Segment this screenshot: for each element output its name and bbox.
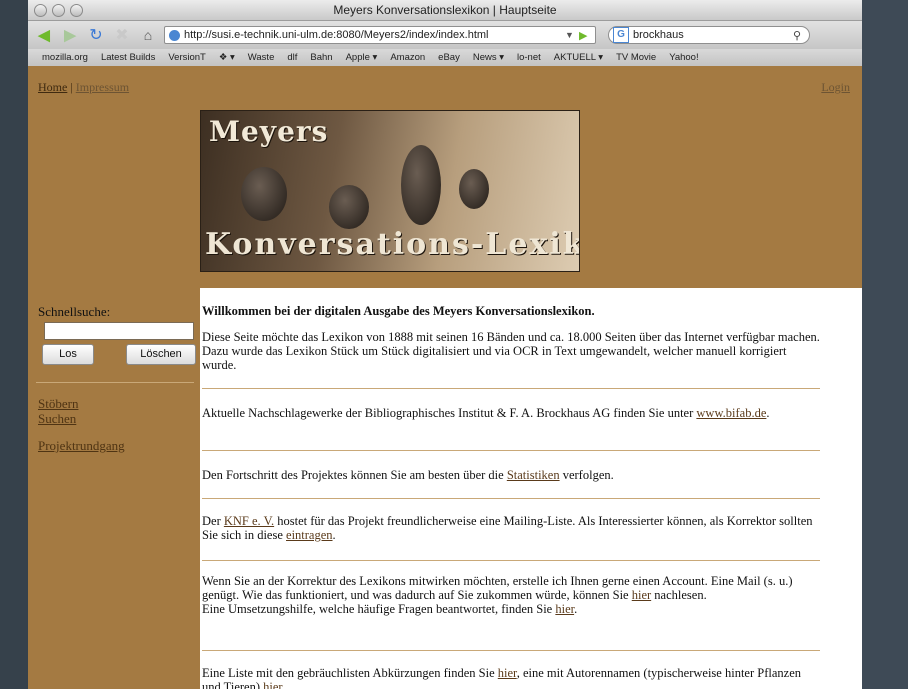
zoom-window-button[interactable] — [70, 4, 83, 17]
search-field[interactable]: G brockhaus ⚲ — [608, 26, 810, 44]
close-window-button[interactable] — [34, 4, 47, 17]
bookmark-item[interactable]: Latest Builds — [101, 52, 155, 63]
minimize-window-button[interactable] — [52, 4, 65, 17]
knf-link[interactable]: KNF e. V. — [224, 514, 274, 528]
brockhaus-paragraph: Aktuelle Nachschlagewerke der Bibliograp… — [202, 406, 820, 420]
beetle-illustration — [401, 145, 441, 225]
browser-window: Meyers Konversationslexikon | Hauptseite… — [28, 0, 862, 689]
hilfe-hier-link[interactable]: hier — [555, 602, 574, 616]
korrektur-paragraph: Wenn Sie an der Korrektur des Lexikons m… — [202, 574, 820, 616]
stats-paragraph: Den Fortschritt des Projektes können Sie… — [202, 468, 820, 482]
site-globe-icon — [169, 29, 180, 41]
hilfe-text: Eine Umsetzungshilfe, welche häufige Fra… — [202, 602, 553, 616]
bookmark-item[interactable]: AKTUELL ▾ — [554, 52, 603, 63]
bookmark-item[interactable]: VersionT — [168, 52, 206, 63]
knf-paragraph: Der KNF e. V. hostet für das Projekt fre… — [202, 514, 820, 542]
sidebar-divider — [36, 382, 194, 383]
knf-end: . — [332, 528, 336, 542]
banner-title-lexikon: Konversations-Lexikon — [205, 227, 579, 262]
forward-arrow-icon[interactable]: ▶ — [60, 25, 80, 45]
bookmark-item[interactable]: eBay — [438, 52, 460, 63]
window-controls — [34, 4, 83, 17]
section-divider — [202, 388, 820, 389]
section-divider — [202, 498, 820, 499]
eintragen-link[interactable]: eintragen — [286, 528, 333, 542]
section-divider — [202, 560, 820, 561]
intro-paragraph: Diese Seite möchte das Lexikon von 1888 … — [202, 330, 820, 372]
bookmark-item[interactable]: News ▾ — [473, 52, 504, 63]
bookmark-item[interactable]: Yahoo! — [669, 52, 698, 63]
bookmark-item[interactable]: Bahn — [310, 52, 332, 63]
title-bar: Meyers Konversationslexikon | Hauptseite — [28, 0, 862, 21]
brockhaus-text: Aktuelle Nachschlagewerke der Bibliograp… — [202, 406, 694, 420]
web-page: Home | Impressum Login Meyers Konversati… — [28, 66, 862, 689]
welcome-heading: Willkommen bei der digitalen Ausgabe des… — [202, 304, 595, 318]
login-link[interactable]: Login — [821, 80, 850, 95]
beetle-illustration — [459, 169, 489, 209]
bookmark-item[interactable]: Waste — [248, 52, 275, 63]
beetle-illustration — [329, 185, 369, 229]
section-divider — [202, 650, 820, 651]
search-magnifier-icon[interactable]: ⚲ — [793, 29, 809, 42]
search-field-value[interactable]: brockhaus — [633, 29, 793, 41]
meyers-banner-image: Meyers Konversations-Lexikon — [200, 110, 580, 272]
abk-text: Eine Liste mit den gebräuchlisten Abkürz… — [202, 666, 495, 680]
content-frame: Willkommen bei der digitalen Ausgabe des… — [198, 288, 822, 689]
abk-end: . — [281, 680, 285, 689]
statistiken-link[interactable]: Statistiken — [507, 468, 560, 482]
abkuerzungen-hier-link[interactable]: hier — [498, 666, 517, 680]
sidebar: Schnellsuche: Los Löschen Stöbern Suchen… — [28, 288, 198, 689]
los-button[interactable]: Los — [42, 344, 94, 365]
reload-icon[interactable]: ↻ — [86, 25, 106, 45]
bifab-link[interactable]: www.bifab.de — [696, 406, 766, 420]
home-link[interactable]: Home — [38, 80, 67, 94]
abkuerzungen-paragraph: Eine Liste mit den gebräuchlisten Abkürz… — [202, 666, 820, 689]
bookmark-item[interactable]: Apple ▾ — [346, 52, 378, 63]
google-engine-icon[interactable]: G — [613, 27, 629, 43]
brockhaus-end: . — [766, 406, 770, 420]
banner-title-meyers: Meyers — [209, 115, 329, 148]
go-arrow-icon[interactable]: ▶ — [579, 29, 595, 42]
section-divider — [202, 450, 820, 451]
home-icon[interactable]: ⌂ — [138, 25, 158, 45]
bookmark-item[interactable]: ❖ ▾ — [219, 52, 235, 63]
beetle-illustration — [241, 167, 287, 221]
knf-pre: Der — [202, 514, 221, 528]
quick-search-input[interactable] — [44, 322, 194, 340]
bookmark-item[interactable]: TV Movie — [616, 52, 656, 63]
url-bar[interactable]: http://susi.e-technik.uni-ulm.de:8080/Me… — [164, 26, 596, 44]
top-nav: Home | Impressum — [38, 80, 129, 95]
page-header: Home | Impressum Login Meyers Konversati… — [28, 66, 862, 288]
stats-text: Den Fortschritt des Projektes können Sie… — [202, 468, 504, 482]
sidebar-item-suchen[interactable]: Suchen — [38, 411, 76, 427]
right-margin — [822, 288, 862, 689]
url-text[interactable]: http://susi.e-technik.uni-ulm.de:8080/Me… — [184, 29, 565, 41]
desktop-backdrop-right — [862, 0, 908, 689]
bookmark-item[interactable]: lo-net — [517, 52, 541, 63]
quick-search-label: Schnellsuche: — [38, 304, 111, 319]
back-arrow-icon[interactable]: ◀ — [34, 25, 54, 45]
hilfe-end: . — [574, 602, 578, 616]
desktop-backdrop-left — [0, 0, 28, 689]
impressum-link[interactable]: Impressum — [76, 80, 129, 94]
sidebar-item-stoebern[interactable]: Stöbern — [38, 396, 78, 412]
navigation-toolbar: ◀ ▶ ↻ ✖ ⌂ http://susi.e-technik.uni-ulm.… — [28, 21, 862, 49]
loeschen-button[interactable]: Löschen — [126, 344, 196, 365]
bookmark-item[interactable]: mozilla.org — [42, 52, 88, 63]
korrektur-hier-link[interactable]: hier — [632, 588, 651, 602]
main-content: Willkommen bei der digitalen Ausgabe des… — [198, 288, 822, 689]
window-title: Meyers Konversationslexikon | Hauptseite — [333, 3, 557, 17]
bookmarks-bar: mozilla.org Latest Builds VersionT ❖ ▾ W… — [28, 49, 862, 67]
url-dropdown-icon[interactable]: ▼ — [565, 30, 579, 40]
bookmark-item[interactable]: dlf — [287, 52, 297, 63]
bookmark-item[interactable]: Amazon — [390, 52, 425, 63]
stats-end: verfolgen. — [559, 468, 614, 482]
stop-icon[interactable]: ✖ — [112, 25, 132, 45]
nav-separator: | — [70, 80, 73, 94]
sidebar-item-projektrundgang[interactable]: Projektrundgang — [38, 438, 125, 454]
korrektur-end: nachlesen. — [651, 588, 707, 602]
autorennamen-hier-link[interactable]: hier — [263, 680, 282, 689]
